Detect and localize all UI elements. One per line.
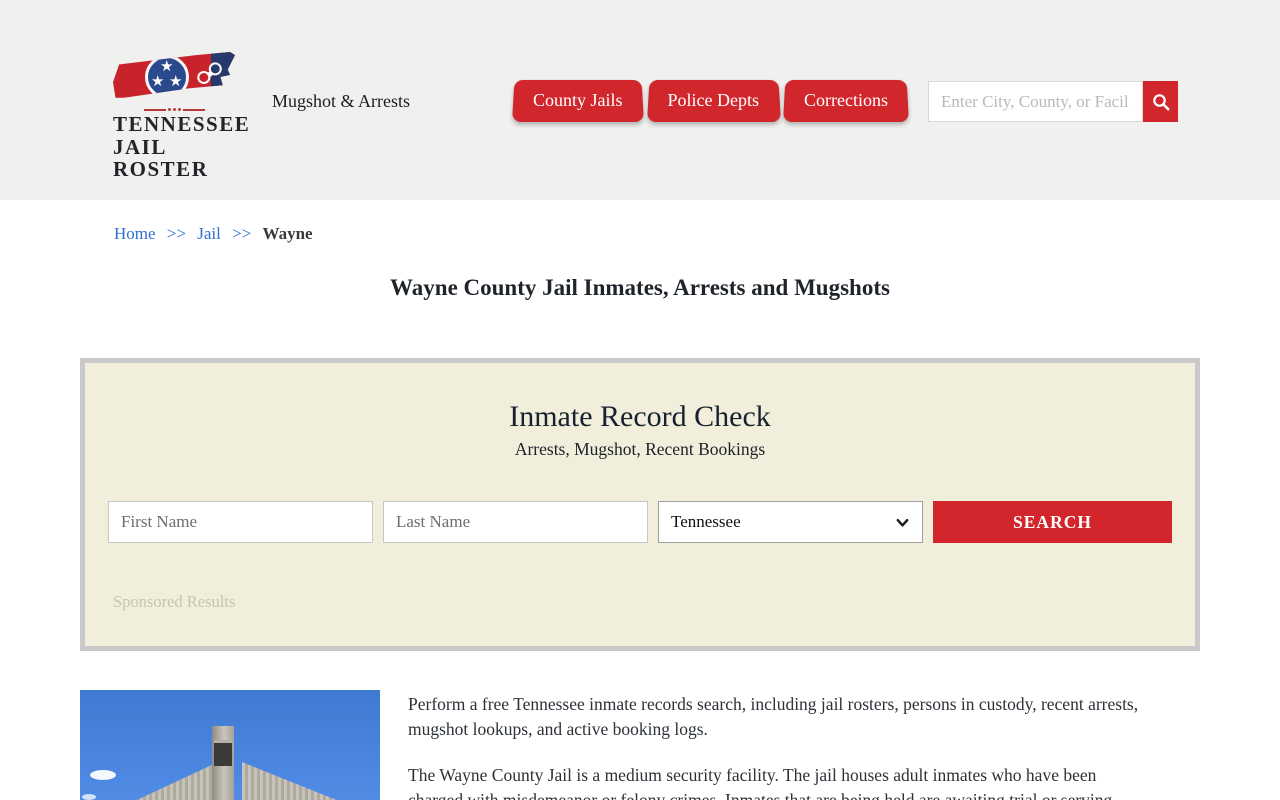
- state-select[interactable]: Tennessee: [658, 501, 923, 543]
- search-icon: [1152, 93, 1170, 111]
- nav-corrections-button[interactable]: Corrections: [783, 78, 909, 122]
- star-icon: ★: [151, 72, 165, 90]
- logo-divider: [113, 108, 235, 111]
- nav-police-depts-button[interactable]: Police Depts: [647, 78, 781, 122]
- inmate-search-form: Tennessee SEARCH: [108, 501, 1172, 543]
- breadcrumb: Home >> Jail >> Wayne: [114, 224, 1200, 244]
- site-tagline: Mugshot & Arrests: [272, 91, 411, 111]
- star-icon: ★: [169, 72, 183, 90]
- nav-county-jails-button[interactable]: County Jails: [512, 78, 644, 122]
- panel-subheading: Arrests, Mugshot, Recent Bookings: [514, 439, 766, 459]
- logo-text-line2: JAIL ROSTER: [113, 134, 209, 182]
- breadcrumb-current: Wayne: [262, 224, 313, 243]
- breadcrumb-separator: >>: [232, 224, 252, 243]
- tennessee-state-icon: ★ ★ ★: [113, 52, 235, 98]
- sponsored-results-label: Sponsored Results: [113, 592, 236, 611]
- tower-window: [214, 740, 232, 766]
- content-row: Perform a free Tennessee inmate records …: [80, 690, 1200, 800]
- handcuffs-icon: [195, 60, 231, 90]
- main-content: Home >> Jail >> Wayne Wayne County Jail …: [0, 224, 1280, 800]
- breadcrumb-jail-link[interactable]: Jail: [197, 224, 221, 243]
- cloud-shape: [82, 794, 96, 800]
- last-name-field[interactable]: [383, 501, 648, 543]
- facility-search-input[interactable]: [928, 81, 1143, 122]
- page-title: Wayne County Jail Inmates, Arrests and M…: [390, 275, 890, 300]
- inmate-search-button[interactable]: SEARCH: [933, 501, 1172, 543]
- building-left-wing: [98, 762, 218, 800]
- first-name-field[interactable]: [108, 501, 373, 543]
- site-header: ★ ★ ★ TENNESSEE JAIL ROSTER Mugshot & Ar…: [0, 0, 1280, 200]
- building-right-wing: [242, 762, 368, 800]
- header-search: [928, 81, 1178, 122]
- building-tower: [212, 726, 234, 800]
- description-text: Perform a free Tennessee inmate records …: [408, 690, 1153, 800]
- tristar-circle-icon: ★ ★ ★: [145, 55, 189, 98]
- site-logo[interactable]: ★ ★ ★ TENNESSEE JAIL ROSTER: [113, 52, 251, 182]
- panel-heading: Inmate Record Check: [509, 400, 771, 433]
- nav-button-label: Corrections: [804, 89, 888, 110]
- state-select-value: Tennessee: [671, 512, 741, 531]
- search-submit-button[interactable]: [1143, 81, 1178, 122]
- breadcrumb-separator: >>: [166, 224, 186, 243]
- nav-button-label: County Jails: [533, 89, 623, 110]
- jail-info-paragraph: The Wayne County Jail is a medium securi…: [408, 764, 1113, 800]
- cloud-shape: [90, 770, 116, 780]
- main-nav: County Jails Police Depts Corrections: [512, 78, 909, 122]
- breadcrumb-home-link[interactable]: Home: [114, 224, 156, 243]
- jail-building-photo: [80, 690, 380, 800]
- inmate-record-check-panel: Inmate Record Check Arrests, Mugshot, Re…: [80, 358, 1200, 651]
- chevron-down-icon: [896, 518, 909, 527]
- intro-paragraph: Perform a free Tennessee inmate records …: [408, 694, 1139, 739]
- nav-button-label: Police Depts: [667, 89, 760, 110]
- logo-text-line1: TENNESSEE: [113, 112, 251, 136]
